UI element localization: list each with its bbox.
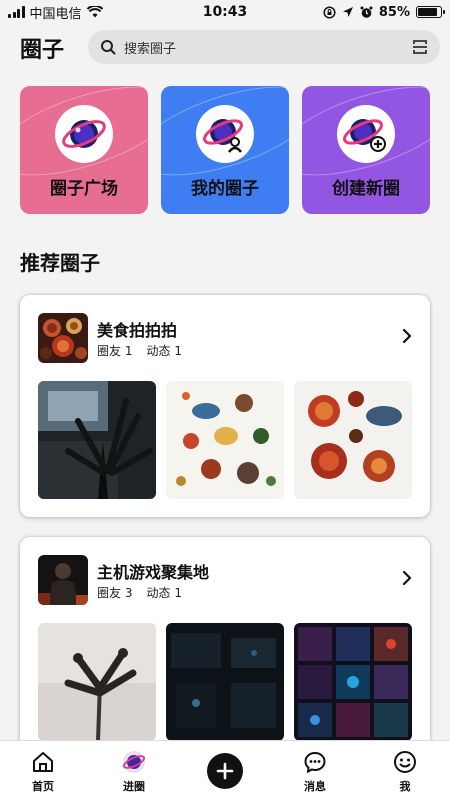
chevron-right-icon[interactable] [402, 328, 412, 344]
members-label: 圈友 [97, 344, 122, 358]
nav-label: 消息 [304, 780, 326, 793]
post-thumbnail[interactable] [166, 381, 284, 499]
members-count: 1 [124, 344, 133, 358]
status-bar: 中国电信 10:43 85% [0, 0, 450, 24]
circle-card-food[interactable]: 美食拍拍拍 圈友 1 动态 1 [20, 295, 430, 517]
nav-label: 我 [399, 780, 411, 793]
posts-label: 动态 [146, 586, 171, 600]
circle-thumbnails [38, 381, 412, 499]
header: 圈子 搜索圈子 [0, 28, 450, 68]
nav-home[interactable]: 首页 [8, 741, 78, 800]
nav-circles[interactable]: 进圈 [99, 741, 169, 800]
circle-stats: 圈友 3 动态 1 [97, 584, 182, 601]
planet-add-icon [337, 105, 395, 163]
scan-icon[interactable] [412, 39, 428, 55]
search-icon [101, 40, 116, 55]
tile-my-circles[interactable]: 我的圈子 [161, 86, 289, 214]
posts-count: 1 [174, 586, 182, 600]
location-icon [342, 7, 353, 17]
page-title: 圈子 [20, 38, 65, 63]
battery-percent: 85% [378, 4, 410, 20]
circle-name: 美食拍拍拍 [97, 321, 178, 340]
circle-name: 主机游戏聚集地 [97, 563, 210, 582]
nav-label: 进圈 [123, 780, 145, 793]
circle-avatar [38, 555, 88, 605]
tile-circle-square[interactable]: 圈子广场 [20, 86, 148, 214]
alarm-icon [360, 6, 373, 18]
post-thumbnail[interactable] [38, 623, 156, 741]
circle-stats: 圈友 1 动态 1 [97, 342, 182, 359]
tile-create-circle[interactable]: 创建新圈 [302, 86, 430, 214]
tile-label: 我的圈子 [191, 179, 259, 199]
post-button[interactable] [207, 753, 243, 789]
posts-label: 动态 [146, 344, 171, 358]
bottom-nav: 首页 进圈 消息 我 [0, 740, 450, 800]
circle-avatar [38, 313, 88, 363]
planet-user-icon [196, 105, 254, 163]
nav-messages[interactable]: 消息 [280, 741, 350, 800]
quick-entry-tiles: 圈子广场 我的圈子 创建新圈 [20, 86, 430, 214]
post-thumbnail[interactable] [38, 381, 156, 499]
battery-icon [416, 6, 445, 18]
post-thumbnail[interactable] [166, 623, 284, 741]
tile-label: 创建新圈 [332, 179, 400, 199]
members-count: 3 [124, 586, 133, 600]
smiley-icon [394, 751, 416, 773]
rotation-lock-icon [323, 5, 336, 19]
post-thumbnail[interactable] [294, 623, 412, 741]
planet-icon [122, 751, 146, 773]
post-thumbnail[interactable] [294, 381, 412, 499]
search-placeholder: 搜索圈子 [124, 41, 177, 57]
tile-label: 圈子广场 [50, 179, 118, 199]
section-title-recommended: 推荐圈子 [20, 251, 100, 275]
nav-me[interactable]: 我 [370, 741, 440, 800]
circle-thumbnails [38, 623, 412, 741]
posts-count: 1 [174, 344, 182, 358]
search-bar[interactable]: 搜索圈子 [88, 30, 440, 64]
circle-card-console-games[interactable]: 主机游戏聚集地 圈友 3 动态 1 [20, 537, 430, 767]
planet-icon [55, 105, 113, 163]
plus-icon [216, 762, 234, 780]
chat-bubble-icon [304, 751, 326, 774]
members-label: 圈友 [97, 586, 122, 600]
chevron-right-icon[interactable] [402, 570, 412, 586]
home-icon [33, 752, 53, 772]
nav-label: 首页 [32, 780, 54, 793]
